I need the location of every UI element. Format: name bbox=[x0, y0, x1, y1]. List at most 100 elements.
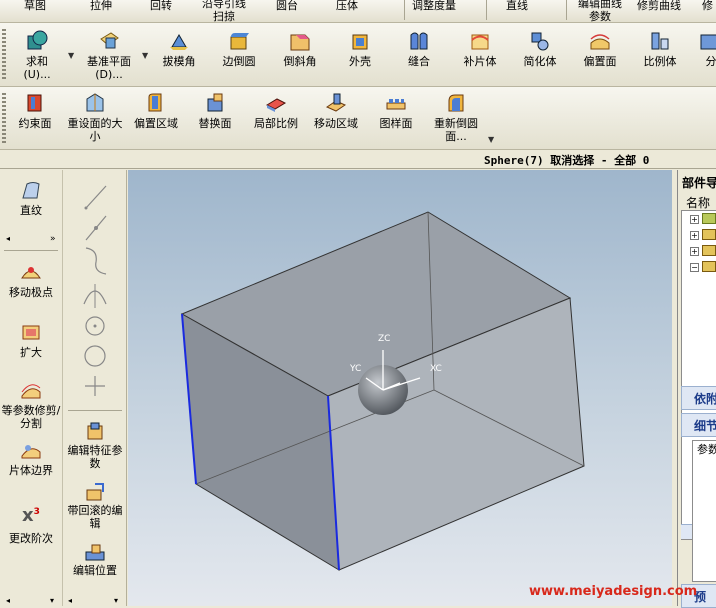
edit-position-button[interactable]: 编辑位置 bbox=[64, 540, 126, 577]
enlarge-button[interactable]: 扩大 bbox=[0, 320, 62, 359]
revolve-button-label[interactable]: 回转 bbox=[150, 0, 172, 13]
feature-toolbar: 求和 (U)... ▼ 基准平面 (D)... ▼ 拔模角 边倒圆 倒斜角 外壳… bbox=[0, 23, 716, 87]
pattern-face-icon bbox=[384, 91, 408, 115]
expand-icon[interactable]: + bbox=[690, 215, 699, 224]
move-region-button[interactable]: 移动区域 bbox=[310, 91, 362, 130]
shell-button[interactable]: 外壳 bbox=[337, 29, 383, 68]
constrain-face-button[interactable]: 约束面 bbox=[12, 91, 58, 130]
edge-blend-button[interactable]: 边倒圆 bbox=[216, 29, 262, 68]
modify-button-label[interactable]: 修 bbox=[702, 0, 713, 13]
ruled-label: 直纹 bbox=[20, 204, 42, 217]
change-degree-label: 更改阶次 bbox=[9, 532, 53, 545]
adjust-dim-button-label[interactable]: 调整度量 bbox=[412, 0, 456, 13]
panel-arrow-down-icon[interactable]: ▾ bbox=[50, 596, 54, 605]
details-table: 参数 bbox=[692, 440, 716, 582]
unite-button[interactable]: 求和 (U)... bbox=[14, 29, 60, 81]
unite-icon bbox=[25, 29, 49, 53]
iso-trim-button[interactable]: 等参数修剪/分割 bbox=[0, 378, 62, 430]
ruled-button[interactable]: 直纹 bbox=[0, 178, 62, 217]
top-toolbar: 草图 拉伸 回转 沿导引线扫掠 圆台 压体 调整度量 直线 编辑曲线参数 修剪曲… bbox=[0, 0, 716, 23]
sketch-button-label[interactable]: 草图 bbox=[24, 0, 46, 13]
status-text: Sphere(7) 取消选择 - 全部 0 bbox=[484, 152, 649, 168]
edit-rollback-button[interactable]: 带回滚的编辑 bbox=[64, 480, 126, 530]
resize-face-button[interactable]: 重设面的大小 bbox=[66, 91, 124, 143]
edit-rollback-label: 带回滚的编辑 bbox=[68, 504, 123, 530]
offset-face-icon bbox=[588, 29, 612, 53]
panel-expand-icon[interactable]: » bbox=[50, 234, 56, 244]
expand-icon[interactable]: + bbox=[690, 231, 699, 240]
dependency-section[interactable]: 依附 bbox=[681, 386, 716, 410]
split-label: 分 bbox=[706, 55, 716, 68]
toolbar-grip[interactable] bbox=[2, 93, 6, 143]
simplify-label: 简化体 bbox=[524, 55, 557, 68]
details-section[interactable]: 细节 bbox=[681, 413, 716, 437]
offset-face-button[interactable]: 偏置面 bbox=[577, 29, 623, 68]
chamfer-button[interactable]: 倒斜角 bbox=[277, 29, 323, 68]
reblend-face-label: 重新倒圆面... bbox=[434, 117, 478, 143]
offset-region-label: 偏置区域 bbox=[134, 117, 178, 130]
folder-icon bbox=[702, 245, 716, 256]
line-button-label[interactable]: 直线 bbox=[506, 0, 528, 13]
box-model[interactable] bbox=[128, 170, 672, 606]
simplify-icon bbox=[528, 29, 552, 53]
edge-blend-icon bbox=[227, 29, 251, 53]
dropdown-arrow-icon[interactable]: ▼ bbox=[488, 135, 494, 144]
panel-arrow-left-icon[interactable]: ◂ bbox=[6, 234, 10, 243]
sew-label: 缝合 bbox=[408, 55, 430, 68]
reblend-face-button[interactable]: 重新倒圆面... bbox=[428, 91, 484, 143]
move-pole-button[interactable]: 移动极点 bbox=[0, 260, 62, 299]
divider bbox=[4, 250, 58, 251]
shell-label: 外壳 bbox=[349, 55, 371, 68]
change-degree-button[interactable]: x3 更改阶次 bbox=[0, 506, 62, 545]
edit-curve-param-button-label[interactable]: 编辑曲线参数 bbox=[574, 0, 626, 23]
draft-icon bbox=[167, 29, 191, 53]
pattern-face-label: 图样面 bbox=[380, 117, 413, 130]
collapse-icon[interactable]: − bbox=[690, 263, 699, 272]
axis-yc-label: YC bbox=[350, 364, 361, 374]
offset-region-icon bbox=[144, 91, 168, 115]
scale-body-icon bbox=[648, 29, 672, 53]
chamfer-label: 倒斜角 bbox=[284, 55, 317, 68]
graphics-viewport[interactable]: ZC YC XC bbox=[128, 170, 672, 606]
panel-arrow-left-icon[interactable]: ◂ bbox=[6, 596, 10, 605]
simplify-button[interactable]: 简化体 bbox=[517, 29, 563, 68]
name-column-header[interactable]: 名称 bbox=[686, 194, 710, 211]
extrude-button-label[interactable]: 拉伸 bbox=[90, 0, 112, 13]
expand-icon[interactable]: + bbox=[690, 247, 699, 256]
enlarge-label: 扩大 bbox=[20, 346, 42, 359]
trim-curve-button-label[interactable]: 修剪曲线 bbox=[637, 0, 681, 13]
press-button-label[interactable]: 压体 bbox=[336, 0, 358, 13]
local-scale-button[interactable]: 局部比例 bbox=[248, 91, 304, 130]
draft-button[interactable]: 拔模角 bbox=[156, 29, 202, 68]
replace-face-label: 替换面 bbox=[199, 117, 232, 130]
curve-edit-toolbar: 编辑特征参数 带回滚的编辑 编辑位置 ◂ ▾ bbox=[64, 170, 127, 606]
axis-zc-label: ZC bbox=[378, 334, 390, 344]
panel-arrow-down-icon[interactable]: ▾ bbox=[114, 596, 118, 605]
sync-modeling-toolbar: 约束面 重设面的大小 偏置区域 替换面 局部比例 移动区域 图样面 重新倒圆面.… bbox=[0, 87, 716, 150]
edit-feature-button[interactable]: 编辑特征参数 bbox=[64, 420, 126, 470]
datum-plane-button[interactable]: 基准平面 (D)... bbox=[80, 29, 138, 81]
line-icon bbox=[86, 186, 106, 208]
scale-body-button[interactable]: 比例体 bbox=[637, 29, 683, 68]
split-button[interactable]: 分 bbox=[696, 29, 716, 68]
patch-button[interactable]: 补片体 bbox=[457, 29, 503, 68]
separator bbox=[404, 0, 405, 20]
sweep-button-label[interactable]: 沿导引线扫掠 bbox=[198, 0, 250, 23]
offset-region-button[interactable]: 偏置区域 bbox=[130, 91, 182, 130]
unite-sublabel: (U)... bbox=[23, 68, 50, 81]
panel-arrow-left-icon[interactable]: ◂ bbox=[68, 596, 72, 605]
resize-face-icon bbox=[83, 91, 107, 115]
curve-tools-icons bbox=[80, 178, 110, 398]
boss-button-label[interactable]: 圆台 bbox=[276, 0, 298, 13]
draft-label: 拔模角 bbox=[163, 55, 196, 68]
folder-icon bbox=[702, 229, 716, 240]
dropdown-arrow-icon[interactable]: ▼ bbox=[142, 51, 148, 60]
replace-face-button[interactable]: 替换面 bbox=[192, 91, 238, 130]
pattern-face-button[interactable]: 图样面 bbox=[373, 91, 419, 130]
move-pole-label: 移动极点 bbox=[9, 286, 53, 299]
resize-face-label: 重设面的大小 bbox=[68, 117, 123, 143]
sheet-boundary-button[interactable]: 片体边界 bbox=[0, 438, 62, 477]
sew-button[interactable]: 缝合 bbox=[396, 29, 442, 68]
dropdown-arrow-icon[interactable]: ▼ bbox=[68, 51, 74, 60]
toolbar-grip[interactable] bbox=[2, 29, 6, 80]
